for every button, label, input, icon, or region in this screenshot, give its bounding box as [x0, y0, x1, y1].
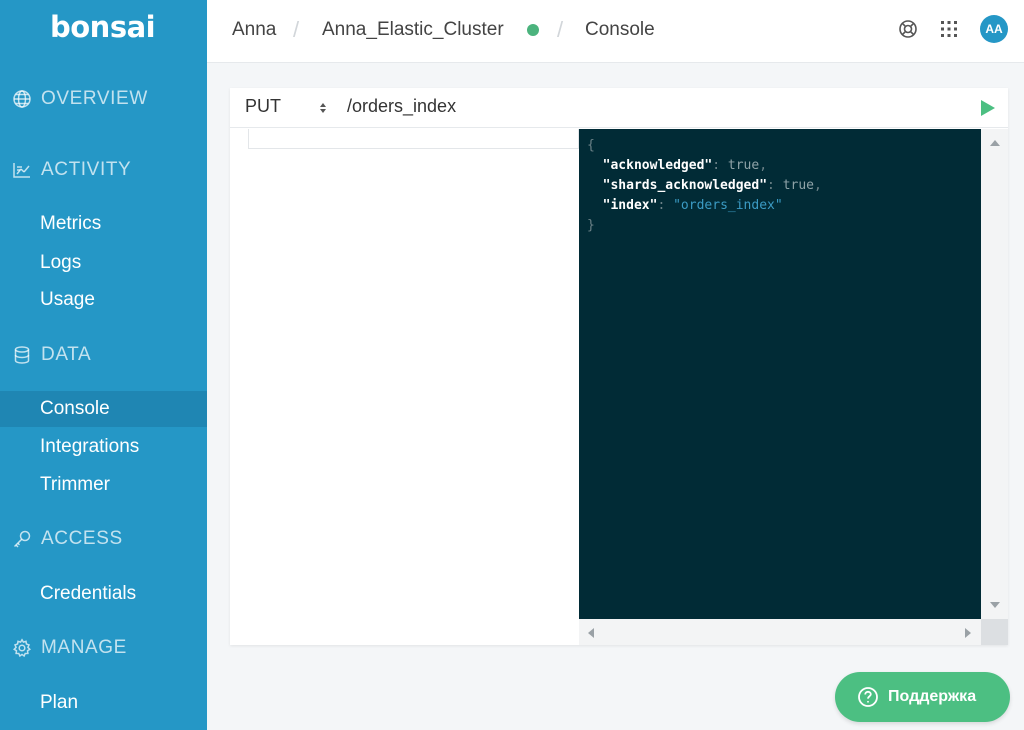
- section-data-label: DATA: [41, 344, 92, 365]
- section-manage: MANAGE: [12, 633, 127, 663]
- json-colon: :: [657, 198, 674, 213]
- support-label: Поддержка: [888, 688, 977, 705]
- sidebar-item-trimmer[interactable]: Trimmer: [0, 467, 207, 503]
- section-activity: ACTIVITY: [12, 155, 131, 185]
- bonsai-logo[interactable]: bonsai: [50, 10, 156, 44]
- console-panel: PUT { "acknowledged": true, "shards_ackn…: [230, 88, 1008, 645]
- sidebar-item-credentials[interactable]: Credentials: [0, 576, 207, 612]
- gear-icon: [13, 638, 31, 658]
- select-arrows-icon[interactable]: [318, 100, 328, 116]
- json-colon: :: [712, 158, 728, 173]
- section-data: DATA: [12, 340, 91, 370]
- section-access-label: ACCESS: [41, 528, 123, 549]
- request-bar: PUT: [230, 88, 1008, 128]
- key-icon: [13, 530, 31, 548]
- scroll-left-icon[interactable]: [587, 627, 595, 639]
- help-question-icon: [858, 687, 878, 707]
- request-body-editor[interactable]: [230, 129, 579, 645]
- breadcrumb-separator: /: [557, 17, 564, 42]
- sidebar-item-integrations[interactable]: Integrations: [0, 429, 207, 465]
- breadcrumb-account[interactable]: Anna: [232, 19, 276, 41]
- database-icon: [14, 346, 30, 364]
- sidebar-item-console[interactable]: Console: [0, 391, 207, 427]
- scroll-down-icon[interactable]: [989, 601, 1001, 609]
- json-comma: ,: [814, 178, 822, 193]
- apps-grid-icon[interactable]: [938, 18, 960, 40]
- json-key: "acknowledged": [602, 158, 713, 173]
- section-access: ACCESS: [12, 524, 123, 554]
- sidebar-item-logs[interactable]: Logs: [0, 245, 207, 281]
- editor-active-line[interactable]: [248, 129, 579, 149]
- scroll-right-icon[interactable]: [964, 627, 972, 639]
- json-value: true: [782, 178, 814, 193]
- section-overview-label: OVERVIEW: [41, 88, 148, 109]
- scroll-up-icon[interactable]: [989, 139, 1001, 147]
- breadcrumb-cluster[interactable]: Anna_Elastic_Cluster: [322, 19, 504, 41]
- cluster-status-dot: [527, 24, 539, 36]
- globe-icon: [13, 90, 31, 108]
- json-key: "index": [602, 198, 658, 213]
- breadcrumb-separator: /: [293, 17, 300, 42]
- activity-chart-icon: [13, 163, 30, 178]
- vertical-scrollbar[interactable]: [981, 129, 1008, 619]
- request-path-input[interactable]: [347, 96, 947, 117]
- scrollbar-corner: [981, 619, 1008, 645]
- breadcrumb-page: Console: [585, 19, 655, 40]
- sidebar-item-metrics[interactable]: Metrics: [0, 206, 207, 242]
- http-method-select[interactable]: PUT: [245, 96, 281, 117]
- sidebar-item-plan[interactable]: Plan: [0, 685, 207, 721]
- json-key: "shards_acknowledged": [602, 178, 768, 193]
- json-comma: ,: [759, 158, 768, 173]
- json-colon: :: [767, 178, 783, 193]
- json-close-brace: }: [587, 218, 595, 233]
- support-button[interactable]: Поддержка: [835, 672, 1010, 722]
- sidebar: bonsai OVERVIEW ACTIVITY Metrics Logs Us…: [0, 0, 207, 730]
- run-play-icon[interactable]: [979, 98, 997, 118]
- sidebar-item-usage[interactable]: Usage: [0, 282, 207, 318]
- json-value: "orders_index": [673, 198, 783, 213]
- lifebuoy-icon[interactable]: [897, 18, 919, 40]
- horizontal-scrollbar[interactable]: [579, 619, 981, 645]
- top-header: Anna / Anna_Elastic_Cluster / Console AA: [207, 0, 1024, 63]
- section-manage-label: MANAGE: [41, 637, 127, 658]
- section-overview[interactable]: OVERVIEW: [12, 84, 148, 114]
- user-avatar[interactable]: AA: [980, 15, 1008, 43]
- section-activity-label: ACTIVITY: [41, 159, 132, 180]
- json-open-brace: {: [587, 138, 595, 153]
- response-output: { "acknowledged": true, "shards_acknowle…: [579, 129, 981, 619]
- json-value: true: [727, 158, 760, 173]
